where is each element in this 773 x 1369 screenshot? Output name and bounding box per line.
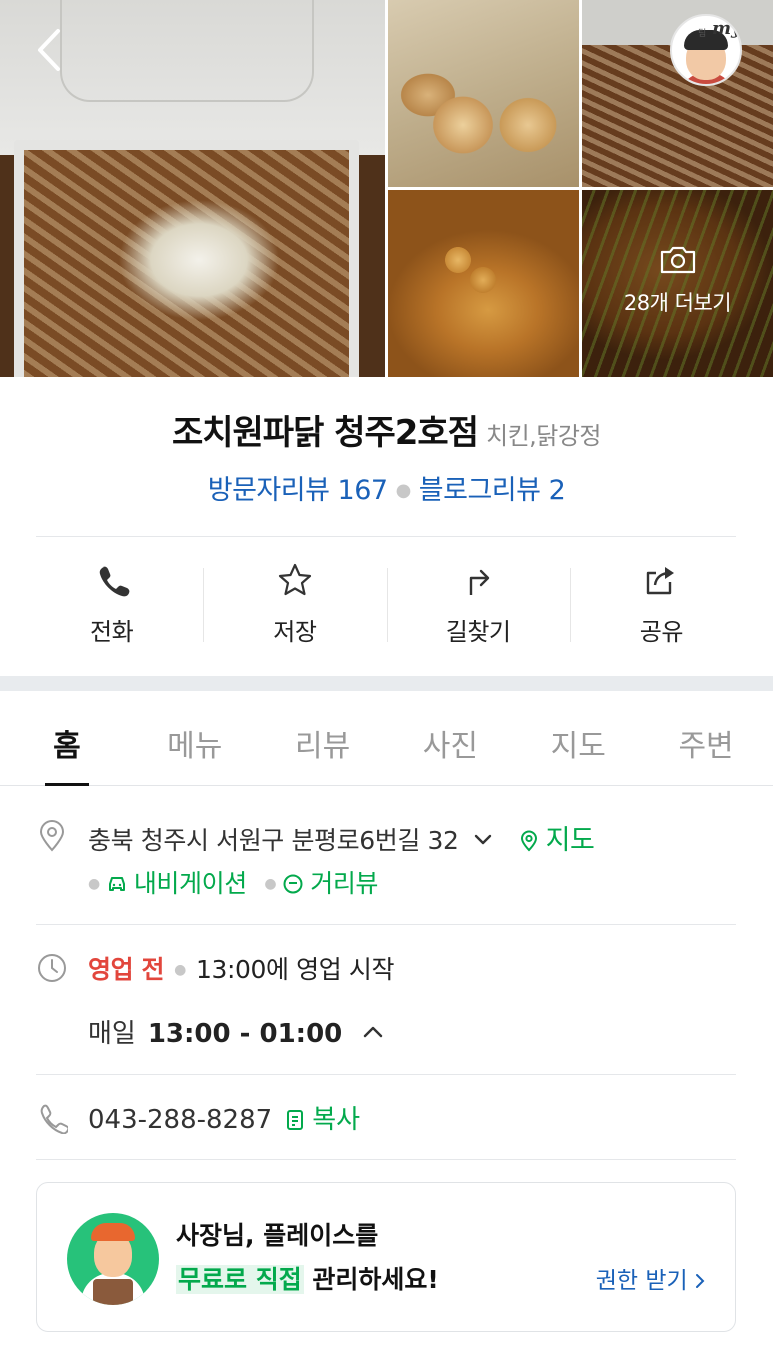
section-gap xyxy=(0,676,773,691)
phone-number[interactable]: 043-288-8287 xyxy=(88,1105,272,1135)
avatar-badge-prefix: 팀 xyxy=(698,29,707,39)
directions-button[interactable]: 길찾기 xyxy=(386,560,570,650)
banner-line2: 무료로 직접 관리하세요! xyxy=(176,1260,439,1296)
directions-icon xyxy=(469,569,490,595)
phone-icon xyxy=(99,566,130,597)
divider xyxy=(36,536,736,537)
navigation-link[interactable]: 내비게이션 xyxy=(106,869,247,898)
camera-icon xyxy=(660,246,695,273)
street-view-icon xyxy=(283,874,303,894)
car-icon xyxy=(108,877,125,891)
save-button-label: 저장 xyxy=(273,618,317,646)
separator-dot: ● xyxy=(264,876,277,892)
clock-icon xyxy=(38,954,66,982)
tab-bar: 홈 메뉴 리뷰 사진 지도 주변 xyxy=(0,691,773,786)
divider xyxy=(36,1074,736,1075)
character-apron xyxy=(93,1279,133,1305)
photo-thumbnail-4[interactable] xyxy=(388,190,579,377)
chevron-down-icon[interactable] xyxy=(474,834,492,846)
visitor-review-link[interactable]: 방문자리뷰 167 xyxy=(208,475,388,506)
copy-phone-label: 복사 xyxy=(312,1105,361,1135)
daily-hours: 13:00 - 01:00 xyxy=(147,1019,343,1049)
call-button-label: 전화 xyxy=(90,618,134,646)
banner-line2-rest: 관리하세요! xyxy=(303,1265,439,1294)
location-pin-icon xyxy=(39,820,65,852)
daily-hours-row[interactable]: 매일 13:00 - 01:00 xyxy=(88,1013,383,1050)
business-status-detail: 13:00에 영업 시작 xyxy=(195,955,395,984)
owner-character-illustration xyxy=(67,1213,159,1305)
owner-claim-banner[interactable]: 사장님, 플레이스를 무료로 직접 관리하세요! 권한 받기 xyxy=(36,1182,736,1332)
map-link[interactable]: 지도 xyxy=(518,825,595,856)
photo-box-lid xyxy=(0,0,385,155)
tab-map[interactable]: 지도 xyxy=(514,691,642,785)
business-status: 영업 전 xyxy=(88,955,165,984)
separator-dot: ● xyxy=(174,962,186,978)
review-summary: 방문자리뷰 167 ● 블로그리뷰 2 xyxy=(0,468,773,507)
phone-row: 043-288-8287 복사 xyxy=(88,1099,360,1136)
chevron-right-icon xyxy=(696,1274,705,1288)
phone-outline-icon xyxy=(40,1104,68,1134)
copy-icon xyxy=(287,1110,304,1130)
tab-home[interactable]: 홈 xyxy=(3,691,131,786)
more-photos-label: 28개 더보기 xyxy=(623,290,732,315)
share-icon xyxy=(647,567,675,595)
chevron-up-icon[interactable] xyxy=(363,1025,383,1038)
claim-permission-link[interactable]: 권한 받기 xyxy=(596,1261,705,1295)
daily-label: 매일 xyxy=(88,1019,136,1049)
banner-highlight: 무료로 직접 xyxy=(176,1265,304,1294)
claim-permission-label: 권한 받기 xyxy=(595,1268,688,1294)
photo-gallery[interactable]: 28개 더보기 팀 my xyxy=(0,0,773,377)
separator-dot: ● xyxy=(395,480,412,501)
tab-review[interactable]: 리뷰 xyxy=(259,691,387,785)
map-link-label: 지도 xyxy=(545,825,595,856)
back-button[interactable] xyxy=(30,25,70,75)
photo-thumbnail-2[interactable] xyxy=(388,0,579,187)
share-button-label: 공유 xyxy=(639,618,684,646)
star-icon xyxy=(278,563,311,596)
divider xyxy=(36,1159,736,1160)
avatar-badge: my xyxy=(712,18,742,39)
share-button[interactable]: 공유 xyxy=(569,560,753,650)
street-view-link-label: 거리뷰 xyxy=(310,869,379,898)
more-photos-button[interactable]: 28개 더보기 xyxy=(582,190,773,377)
address-sublinks: ● 내비게이션 ● 거리뷰 xyxy=(88,864,378,900)
address-text: 충북 청주시 서원구 분평로6번길 32 xyxy=(88,826,459,855)
separator-dot: ● xyxy=(88,876,100,892)
action-bar: 전화 저장 길찾기 공유 xyxy=(20,560,753,650)
photo-box-food xyxy=(14,140,359,377)
street-view-link[interactable]: 거리뷰 xyxy=(282,869,378,898)
business-status-row[interactable]: 영업 전 ● 13:00에 영업 시작 xyxy=(88,950,394,986)
place-name: 조치원파닭 청주2호점 xyxy=(171,413,479,453)
tab-nearby[interactable]: 주변 xyxy=(642,691,770,785)
divider xyxy=(36,924,736,925)
copy-phone-button[interactable]: 복사 xyxy=(284,1105,360,1135)
call-button[interactable]: 전화 xyxy=(20,560,203,650)
my-profile-avatar[interactable]: 팀 my xyxy=(670,14,742,86)
save-button[interactable]: 저장 xyxy=(203,560,386,650)
directions-button-label: 길찾기 xyxy=(445,618,511,646)
map-pin-icon xyxy=(520,830,537,852)
navigation-link-label: 내비게이션 xyxy=(133,869,247,898)
tab-menu[interactable]: 메뉴 xyxy=(131,691,259,785)
place-title-row: 조치원파닭 청주2호점 치킨,닭강정 xyxy=(0,405,773,454)
character-hat xyxy=(91,1223,135,1241)
place-category: 치킨,닭강정 xyxy=(485,422,602,450)
banner-line1: 사장님, 플레이스를 xyxy=(176,1221,379,1250)
tab-photo[interactable]: 사진 xyxy=(386,691,514,785)
blog-review-link[interactable]: 블로그리뷰 2 xyxy=(419,475,566,506)
address-row: 충북 청주시 서원구 분평로6번길 32 지도 xyxy=(88,818,595,857)
